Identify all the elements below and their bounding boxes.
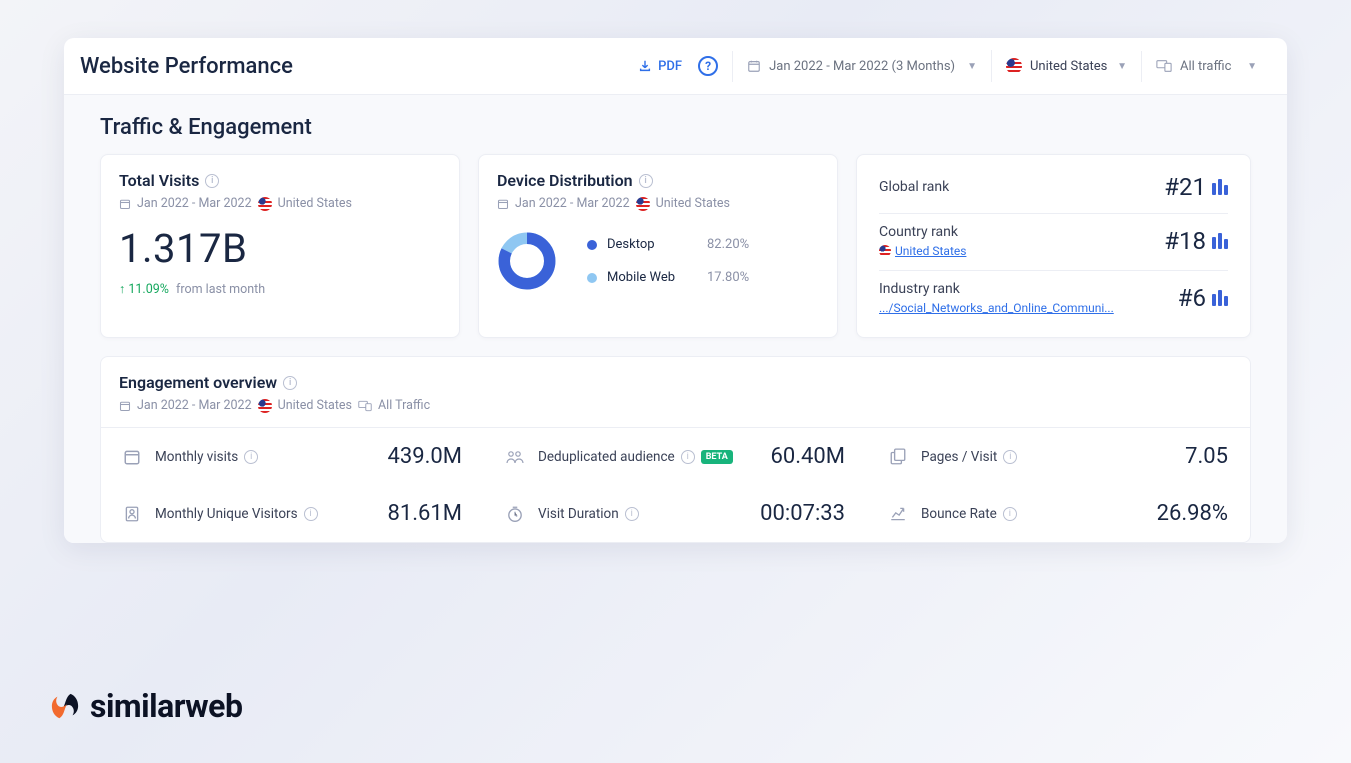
top-bar: Website Performance PDF ? Jan 2022 - Mar… [64, 38, 1287, 95]
info-icon[interactable]: i [205, 174, 219, 188]
country-rank-row: Country rank United States #18 [879, 213, 1228, 270]
info-icon[interactable]: i [283, 376, 297, 390]
similarweb-logo-icon [50, 691, 80, 721]
pages-icon [889, 448, 907, 466]
download-icon [638, 59, 652, 73]
flag-us-icon [258, 399, 272, 413]
device-donut-chart [497, 231, 557, 291]
section-title: Traffic & Engagement [82, 115, 1269, 154]
calendar-icon [747, 59, 761, 73]
device-distribution-card: Device Distributioni Jan 2022 - Mar 2022… [478, 154, 838, 338]
calendar-icon [123, 448, 141, 466]
traffic-selector[interactable]: All traffic ▼ [1141, 51, 1271, 82]
page-title: Website Performance [80, 54, 293, 79]
global-rank-row: Global rank #21 [879, 173, 1228, 213]
calendar-icon [119, 198, 131, 210]
flag-us-icon [636, 197, 650, 211]
info-icon[interactable]: i [244, 450, 258, 464]
country-selector[interactable]: United States ▼ [991, 50, 1141, 82]
brand-logo: similarweb [50, 687, 242, 725]
beta-badge: BETA [701, 450, 733, 464]
legend-mobile: Mobile Web 17.80% [587, 270, 749, 285]
flag-us-icon [258, 197, 272, 211]
info-icon[interactable]: i [625, 507, 639, 521]
calendar-icon [497, 198, 509, 210]
export-pdf-button[interactable]: PDF [628, 53, 692, 80]
chevron-down-icon: ▼ [1247, 61, 1257, 72]
info-icon[interactable]: i [304, 507, 318, 521]
devices-icon [1156, 59, 1172, 73]
flag-us-icon [1006, 58, 1022, 74]
info-icon[interactable]: i [639, 174, 653, 188]
person-icon [123, 505, 141, 523]
help-icon[interactable]: ? [698, 56, 718, 76]
country-link[interactable]: United States [879, 244, 966, 258]
info-icon[interactable]: i [1003, 507, 1017, 521]
metric-unique-visitors: Monthly Unique Visitorsi 81.61M [101, 485, 484, 542]
bars-icon [1212, 233, 1228, 249]
bars-icon [1212, 290, 1228, 306]
info-icon[interactable]: i [1003, 450, 1017, 464]
industry-link[interactable]: .../Social_Networks_and_Online_Communi..… [879, 301, 1114, 315]
devices-icon [358, 400, 372, 412]
main-panel: Website Performance PDF ? Jan 2022 - Mar… [64, 38, 1287, 543]
metric-monthly-visits: Monthly visitsi 439.0M [101, 428, 484, 485]
people-icon [506, 448, 524, 466]
metric-dedup-audience: Deduplicated audienceiBETA 60.40M [484, 428, 867, 485]
rank-card: Global rank #21 Country rank United Stat… [856, 154, 1251, 338]
chevron-down-icon: ▼ [1117, 61, 1127, 72]
bounce-icon [889, 505, 907, 523]
chevron-down-icon: ▼ [967, 61, 977, 72]
clock-icon [506, 505, 524, 523]
industry-rank-row: Industry rank .../Social_Networks_and_On… [879, 270, 1228, 327]
bars-icon [1212, 179, 1228, 195]
legend-desktop: Desktop 82.20% [587, 237, 749, 252]
metric-visit-duration: Visit Durationi 00:07:33 [484, 485, 867, 542]
date-range-selector[interactable]: Jan 2022 - Mar 2022 (3 Months) ▼ [732, 51, 991, 82]
total-visits-card: Total Visitsi Jan 2022 - Mar 2022 United… [100, 154, 460, 338]
engagement-card: Engagement overviewi Jan 2022 - Mar 2022… [100, 356, 1251, 543]
total-visits-value: 1.317B [119, 225, 441, 272]
total-visits-delta: ↑ 11.09% from last month [119, 282, 441, 297]
metric-pages-per-visit: Pages / Visiti 7.05 [867, 428, 1250, 485]
metric-bounce-rate: Bounce Ratei 26.98% [867, 485, 1250, 542]
info-icon[interactable]: i [681, 450, 695, 464]
calendar-icon [119, 400, 131, 412]
